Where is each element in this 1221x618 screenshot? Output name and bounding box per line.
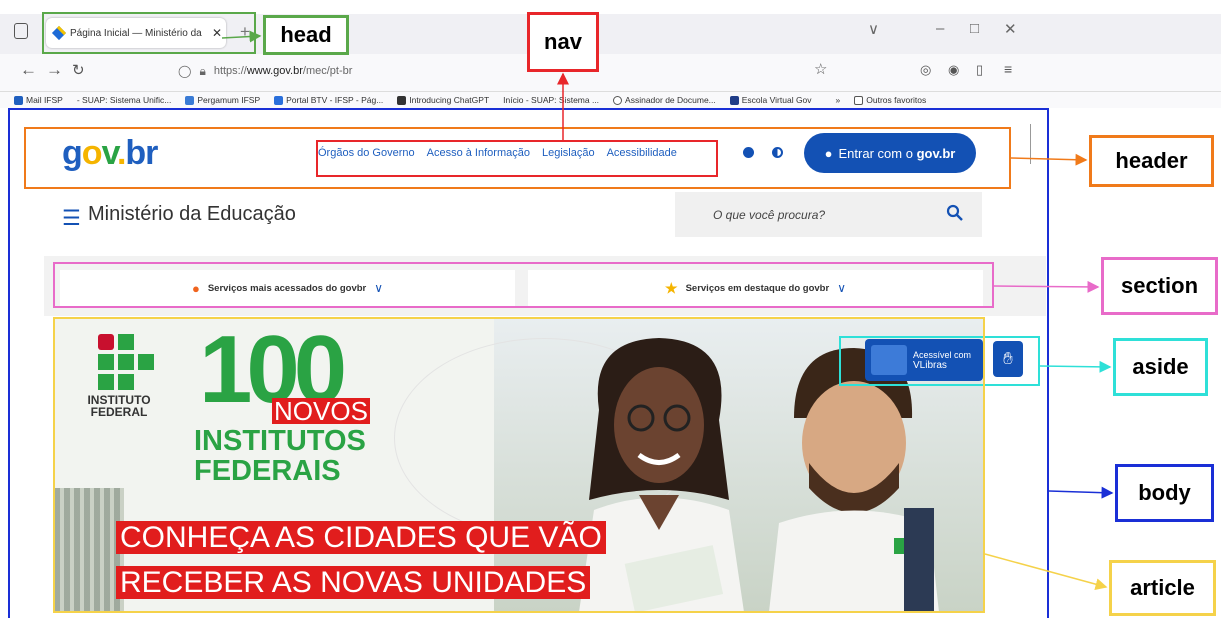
lock-icon: 🔒︎ bbox=[199, 63, 206, 78]
bookmark-item[interactable]: Pergamum IFSP bbox=[185, 95, 260, 105]
header-annotation-box bbox=[24, 127, 1011, 189]
pocket-icon[interactable]: ◎ bbox=[920, 62, 931, 78]
bookmark-item[interactable]: - SUAP: Sistema Unific... bbox=[77, 95, 171, 105]
header-annotation-label: header bbox=[1089, 135, 1214, 187]
aside-annotation-label: aside bbox=[1113, 338, 1208, 396]
minimize-button[interactable]: – bbox=[936, 20, 944, 37]
head-annotation-label: head bbox=[263, 15, 349, 55]
close-window-button[interactable]: ✕ bbox=[1004, 20, 1017, 38]
bookmarks-bar: Mail IFSP - SUAP: Sistema Unific... Perg… bbox=[0, 92, 1221, 108]
bookmark-item[interactable]: Início - SUAP: Sistema ... bbox=[503, 95, 599, 105]
bookmark-item[interactable]: Assinador de Docume... bbox=[613, 95, 716, 105]
body-arrow bbox=[1048, 486, 1114, 499]
bookmark-star-icon[interactable]: ☆ bbox=[814, 60, 827, 78]
bookmark-item[interactable]: Mail IFSP bbox=[14, 95, 63, 105]
bookmarks-overflow-icon[interactable]: » bbox=[836, 95, 841, 105]
reload-icon[interactable]: ↻ bbox=[72, 61, 85, 79]
url-text: https://www.gov.br/mec/pt-br bbox=[213, 65, 353, 77]
aside-arrow bbox=[1039, 360, 1112, 373]
article-annotation-label: article bbox=[1109, 560, 1216, 616]
tab-list-dropdown-icon[interactable]: ∨ bbox=[868, 20, 879, 38]
bookmark-item[interactable]: Portal BTV - IFSP - Pág... bbox=[274, 95, 383, 105]
extensions-icon[interactable]: ▯ bbox=[976, 62, 983, 78]
section-annotation-label: section bbox=[1101, 257, 1218, 315]
window-menu-icon[interactable] bbox=[14, 23, 28, 39]
head-annotation-box bbox=[42, 12, 256, 54]
body-annotation-label: body bbox=[1115, 464, 1214, 522]
back-arrow-icon[interactable]: ← bbox=[20, 60, 37, 80]
nav-annotation-label: nav bbox=[527, 12, 599, 72]
bookmark-item[interactable]: Introducing ChatGPT bbox=[397, 95, 489, 105]
url-field[interactable]: ◯ 🔒︎ https://www.gov.br/mec/pt-br bbox=[178, 59, 838, 83]
section-annotation-box bbox=[53, 262, 994, 308]
article-annotation-box bbox=[53, 317, 985, 613]
app-menu-icon[interactable]: ≡ bbox=[1004, 61, 1012, 77]
other-favorites-folder[interactable]: Outros favoritos bbox=[854, 95, 926, 105]
forward-arrow-icon[interactable]: → bbox=[46, 60, 63, 80]
shield-icon: ◯ bbox=[178, 64, 192, 78]
bookmark-item[interactable]: Escola Virtual Gov bbox=[729, 95, 812, 105]
maximize-button[interactable]: □ bbox=[970, 20, 979, 37]
account-icon[interactable]: ◉ bbox=[948, 62, 959, 78]
